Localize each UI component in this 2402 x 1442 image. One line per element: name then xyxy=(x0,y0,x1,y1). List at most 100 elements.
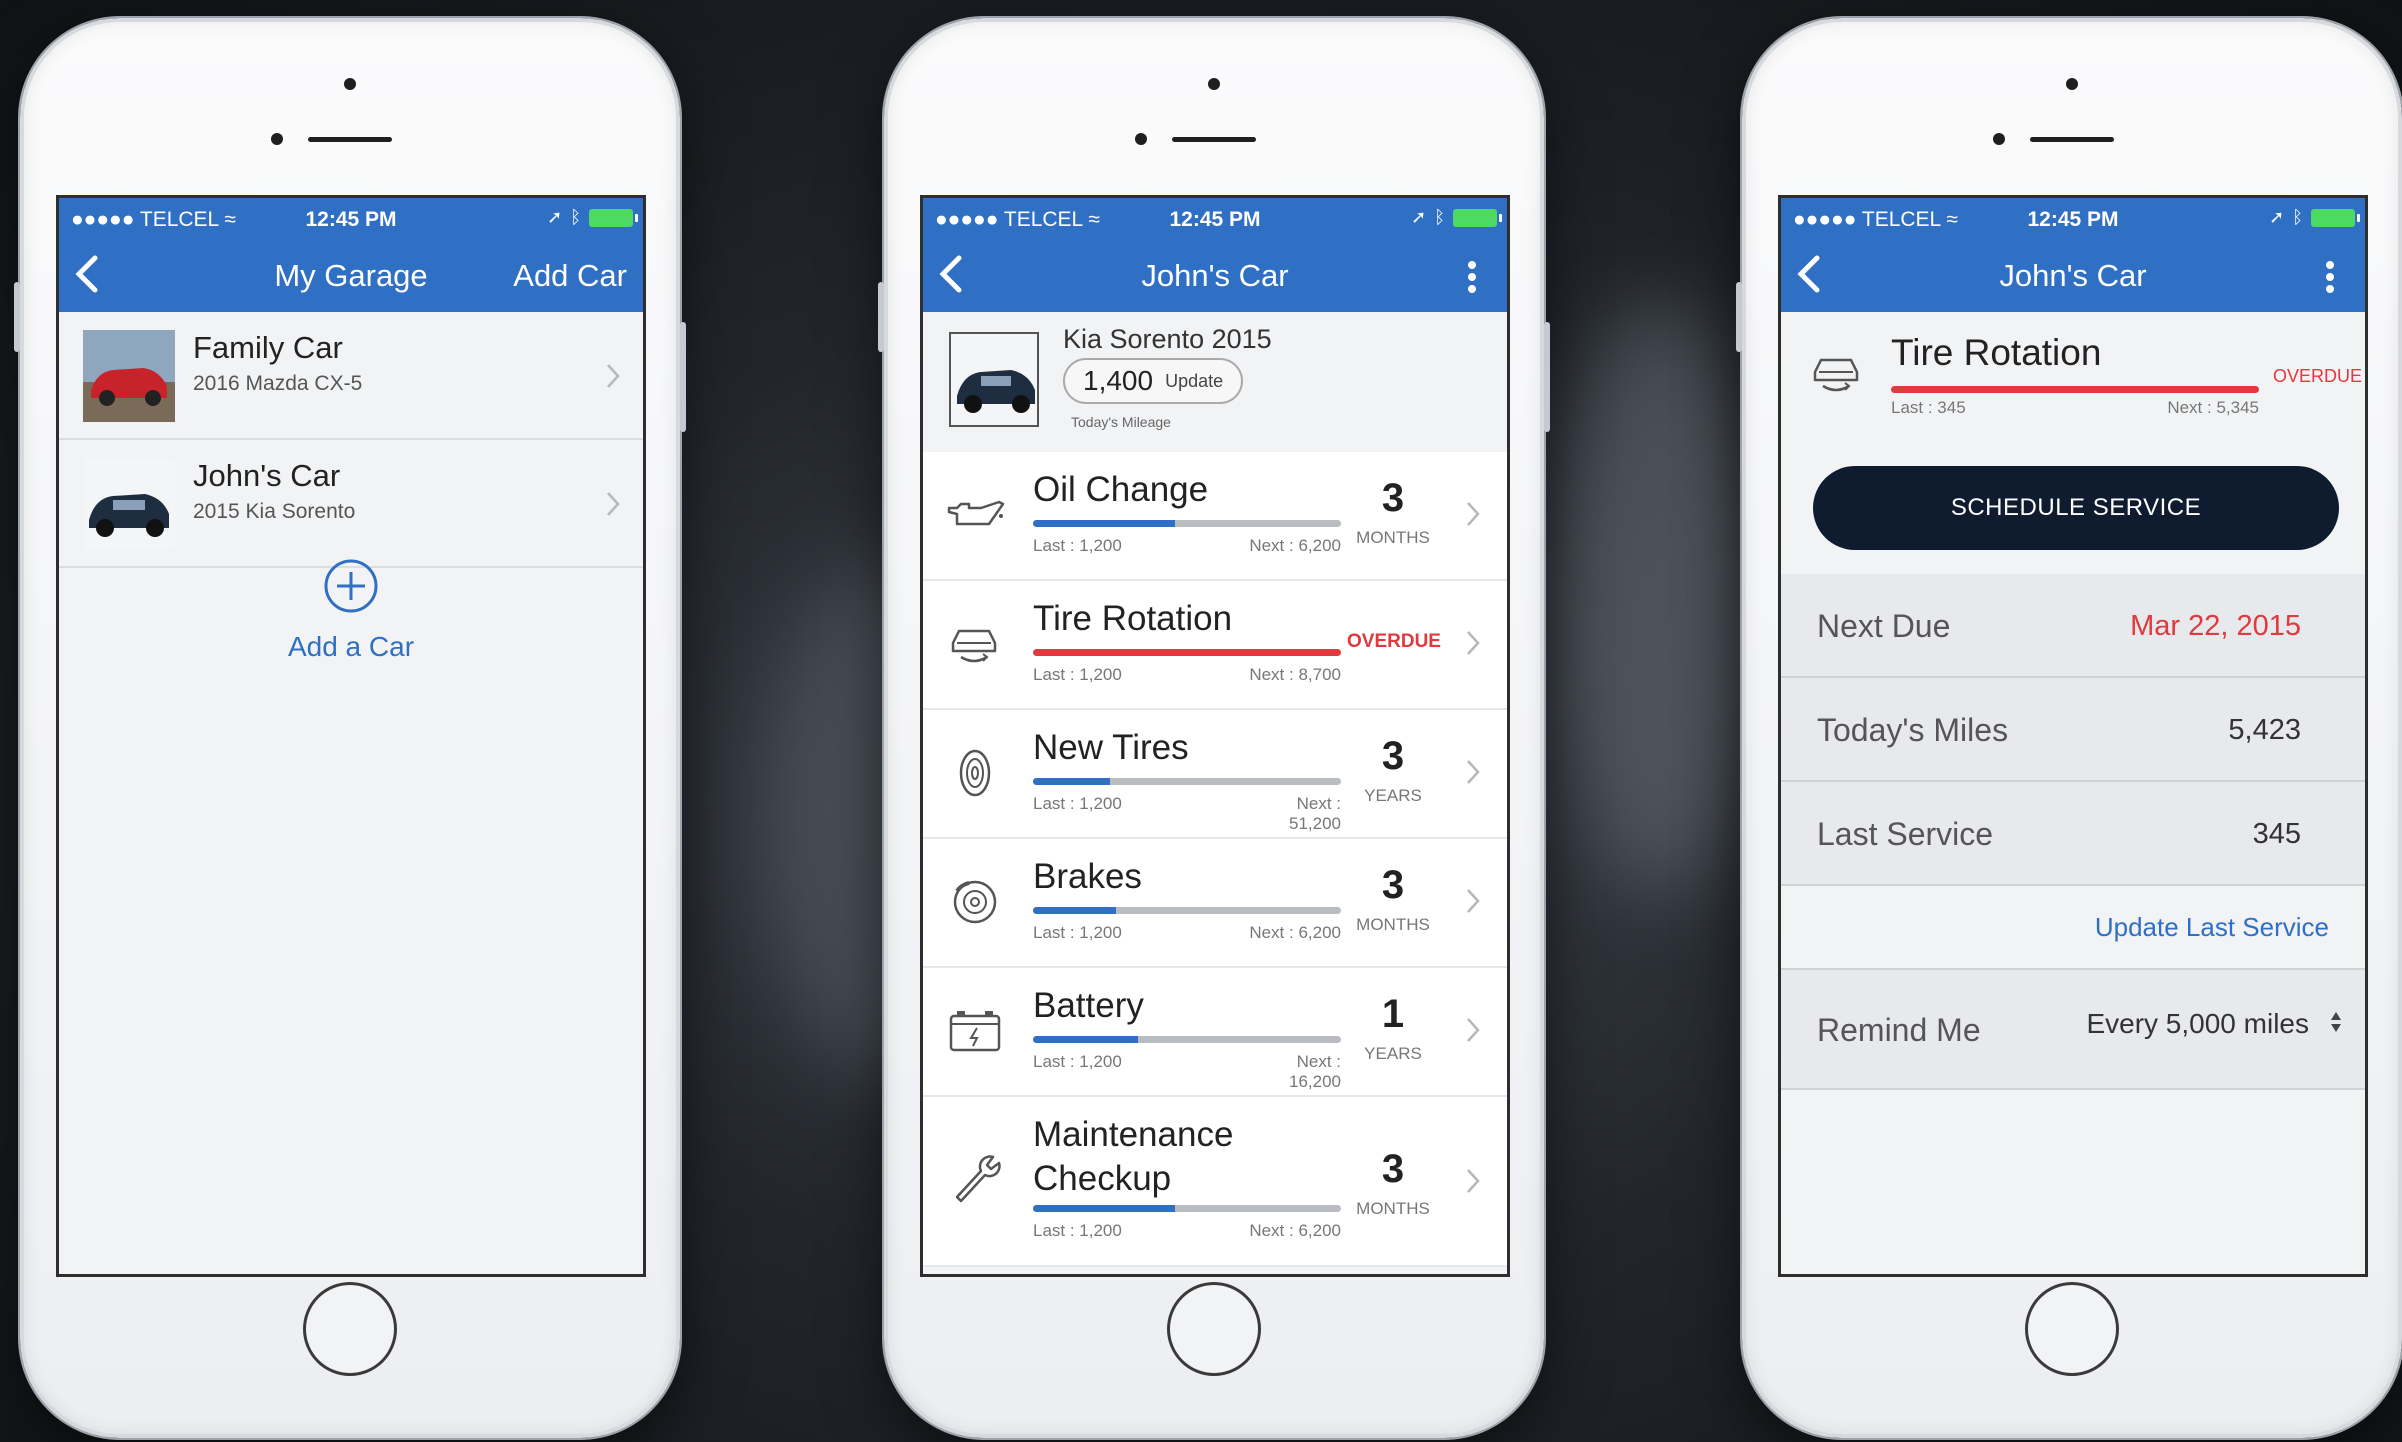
service-title: Tire Rotation xyxy=(1891,332,2102,373)
garage-list-item[interactable]: John's Car 2015 Kia Sorento xyxy=(59,440,643,568)
service-row-oil-change[interactable]: Oil Change Last : 1,200 Next : 6,200 3 M… xyxy=(923,452,1507,581)
next-service-label: Next : 8,700 xyxy=(1249,665,1341,684)
car-thumbnail xyxy=(83,458,175,550)
last-service-label: Last : 1,200 xyxy=(1033,1052,1122,1071)
service-detail-list: Next Due Mar 22, 2015 Today's Miles 5,42… xyxy=(1781,574,2365,1090)
home-button[interactable] xyxy=(303,1282,397,1376)
earpiece-speaker xyxy=(1172,137,1256,142)
side-button xyxy=(1544,322,1550,432)
location-icon: ➚ xyxy=(2269,207,2285,227)
service-row-battery[interactable]: Battery Last : 1,200 Next : 16,200 1 YEA… xyxy=(923,968,1507,1097)
schedule-service-button[interactable]: SCHEDULE SERVICE xyxy=(1813,466,2339,550)
page-title: My Garage xyxy=(274,258,428,293)
next-service-label: Next : 5,345 xyxy=(2167,398,2259,417)
mileage-update-button[interactable]: 1,400 Update xyxy=(1063,358,1244,404)
last-service-label: Last : 1,200 xyxy=(1033,536,1122,555)
remind-me-label: Remind Me xyxy=(1817,1012,1981,1048)
service-name: Tire Rotation xyxy=(1033,599,1233,638)
chevron-right-icon xyxy=(1467,760,1480,784)
detail-key: Today's Miles xyxy=(1817,712,2009,748)
status-right: ➚ ᛒ xyxy=(2269,207,2360,228)
service-interval-unit: MONTHS xyxy=(1356,1199,1430,1218)
progress-fill xyxy=(1033,778,1110,785)
detail-value: 5,423 xyxy=(2228,714,2301,746)
car-name: John's Car xyxy=(193,458,341,493)
proximity-sensor xyxy=(1993,133,2005,145)
screen-service-detail: ●●●●● TELCEL ≈ 12:45 PM ➚ ᛒ John's Car T… xyxy=(1778,195,2368,1277)
bluetooth-icon: ᛒ xyxy=(1434,207,1445,227)
car-model: 2015 Kia Sorento xyxy=(193,500,356,523)
screen-service-list: ●●●●● TELCEL ≈ 12:45 PM ➚ ᛒ John's Car K… xyxy=(920,195,1510,1277)
service-row-maintenance-checkup[interactable]: Maintenance Checkup Last : 1,200 Next : … xyxy=(923,1097,1507,1267)
battery-icon xyxy=(2311,208,2360,227)
detail-value: 345 xyxy=(2252,818,2301,850)
chevron-left-icon xyxy=(939,255,962,293)
more-options-icon[interactable] xyxy=(1467,260,1477,294)
earpiece-speaker xyxy=(308,137,392,142)
back-button[interactable] xyxy=(1795,254,1835,298)
plus-circle-icon xyxy=(324,559,378,613)
last-service-label: Last : 1,200 xyxy=(1033,1221,1122,1240)
brake-disc-icon xyxy=(953,880,997,924)
service-progress-bar xyxy=(1033,778,1341,785)
bluetooth-icon: ᛒ xyxy=(570,207,581,227)
service-name: Maintenance Checkup xyxy=(1033,1115,1234,1198)
car-lift-icon xyxy=(951,629,997,663)
status-right: ➚ ᛒ xyxy=(547,207,638,228)
nav-bar: John's Car xyxy=(1781,240,2365,312)
car-thumbnail xyxy=(949,332,1039,427)
mileage-caption: Today's Mileage xyxy=(1071,414,1171,430)
detail-value: Mar 22, 2015 xyxy=(2130,610,2301,642)
next-service-label: Next : 6,200 xyxy=(1249,1221,1341,1240)
update-last-service-row: Update Last Service xyxy=(1781,886,2365,970)
service-header: Tire Rotation Last : 345 Next : 5,345 OV… xyxy=(1781,312,2365,430)
nav-bar: John's Car xyxy=(923,240,1507,312)
detail-key: Next Due xyxy=(1817,608,1951,644)
side-button xyxy=(878,282,884,352)
phone-garage: ●●●●● TELCEL ≈ 12:45 PM ➚ ᛒ My Garage Ad… xyxy=(14,18,686,1438)
service-row-tire-rotation[interactable]: Tire Rotation Last : 1,200 Next : 8,700 … xyxy=(923,581,1507,710)
progress-fill xyxy=(1033,907,1117,914)
service-interval-unit: MONTHS xyxy=(1356,528,1430,547)
home-button[interactable] xyxy=(2025,1282,2119,1376)
location-icon: ➚ xyxy=(547,207,563,227)
status-bar: ●●●●● TELCEL ≈ 12:45 PM ➚ ᛒ xyxy=(1781,198,2365,240)
status-bar: ●●●●● TELCEL ≈ 12:45 PM ➚ ᛒ xyxy=(923,198,1507,240)
side-button xyxy=(680,322,686,432)
car-model: 2016 Mazda CX-5 xyxy=(193,372,363,395)
car-model: Kia Sorento 2015 xyxy=(1063,324,1272,354)
chevron-left-icon xyxy=(1797,255,1820,293)
remind-me-row[interactable]: Remind Me Every 5,000 miles xyxy=(1781,970,2365,1090)
service-progress-bar xyxy=(1033,1205,1341,1212)
service-interval-count: 1 xyxy=(1381,992,1405,1036)
service-progress-bar xyxy=(1891,386,2259,393)
add-car-button[interactable]: Add a Car xyxy=(59,558,643,663)
page-title: John's Car xyxy=(1141,258,1289,293)
back-button[interactable] xyxy=(937,254,977,298)
service-row-brakes[interactable]: Brakes Last : 1,200 Next : 6,200 3 MONTH… xyxy=(923,839,1507,968)
home-button[interactable] xyxy=(1167,1282,1261,1376)
service-interval-unit: YEARS xyxy=(1364,1044,1422,1063)
remind-me-select[interactable]: Every 5,000 miles xyxy=(2086,1008,2309,1040)
front-camera xyxy=(1208,78,1220,90)
battery-icon xyxy=(589,208,638,227)
more-options-icon[interactable] xyxy=(2325,260,2335,294)
earpiece-speaker xyxy=(2030,137,2114,142)
update-last-service-link[interactable]: Update Last Service xyxy=(2095,912,2329,943)
add-car-nav-button[interactable]: Add Car xyxy=(513,258,627,294)
wrench-icon xyxy=(955,1155,1001,1203)
chevron-right-icon xyxy=(1467,631,1480,655)
detail-row-todays-miles: Today's Miles 5,423 xyxy=(1781,678,2365,782)
car-name: Family Car xyxy=(193,330,343,365)
garage-list-item[interactable]: Family Car 2016 Mazda CX-5 xyxy=(59,312,643,440)
service-row-new-tires[interactable]: New Tires Last : 1,200 Next : 51,200 3 Y… xyxy=(923,710,1507,839)
back-button[interactable] xyxy=(73,254,113,298)
progress-fill xyxy=(1033,1036,1138,1043)
status-right: ➚ ᛒ xyxy=(1411,207,1502,228)
chevron-left-icon xyxy=(75,255,98,293)
status-bar: ●●●●● TELCEL ≈ 12:45 PM ➚ ᛒ xyxy=(59,198,643,240)
bluetooth-icon: ᛒ xyxy=(2292,207,2303,227)
service-progress-bar xyxy=(1033,649,1341,656)
service-progress-bar xyxy=(1033,520,1341,527)
service-name: Battery xyxy=(1033,986,1144,1025)
